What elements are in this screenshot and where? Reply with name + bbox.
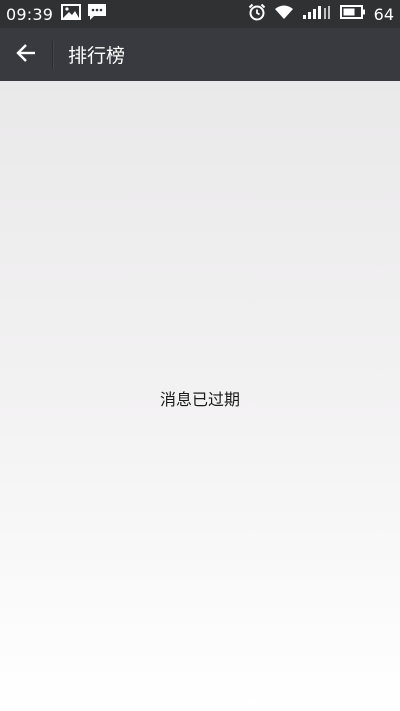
status-left-icons	[61, 3, 107, 25]
signal-icon	[302, 4, 332, 24]
back-button[interactable]	[0, 28, 52, 81]
wifi-icon	[274, 4, 294, 24]
expired-message: 消息已过期	[159, 390, 240, 409]
status-time: 09:39	[6, 4, 54, 24]
status-right-icons: 64	[248, 3, 394, 25]
battery-level: 64	[373, 4, 394, 24]
status-bar: 09:39 64	[0, 0, 400, 28]
battery-icon	[339, 4, 366, 24]
content-area: 消息已过期	[0, 81, 400, 711]
app-bar: 排行榜	[0, 28, 400, 81]
alarm-icon	[248, 3, 266, 25]
message-icon	[87, 3, 107, 25]
image-icon	[61, 4, 82, 24]
page-title: 排行榜	[68, 45, 126, 67]
arrow-left-icon	[15, 42, 37, 68]
app-bar-divider	[52, 40, 54, 69]
